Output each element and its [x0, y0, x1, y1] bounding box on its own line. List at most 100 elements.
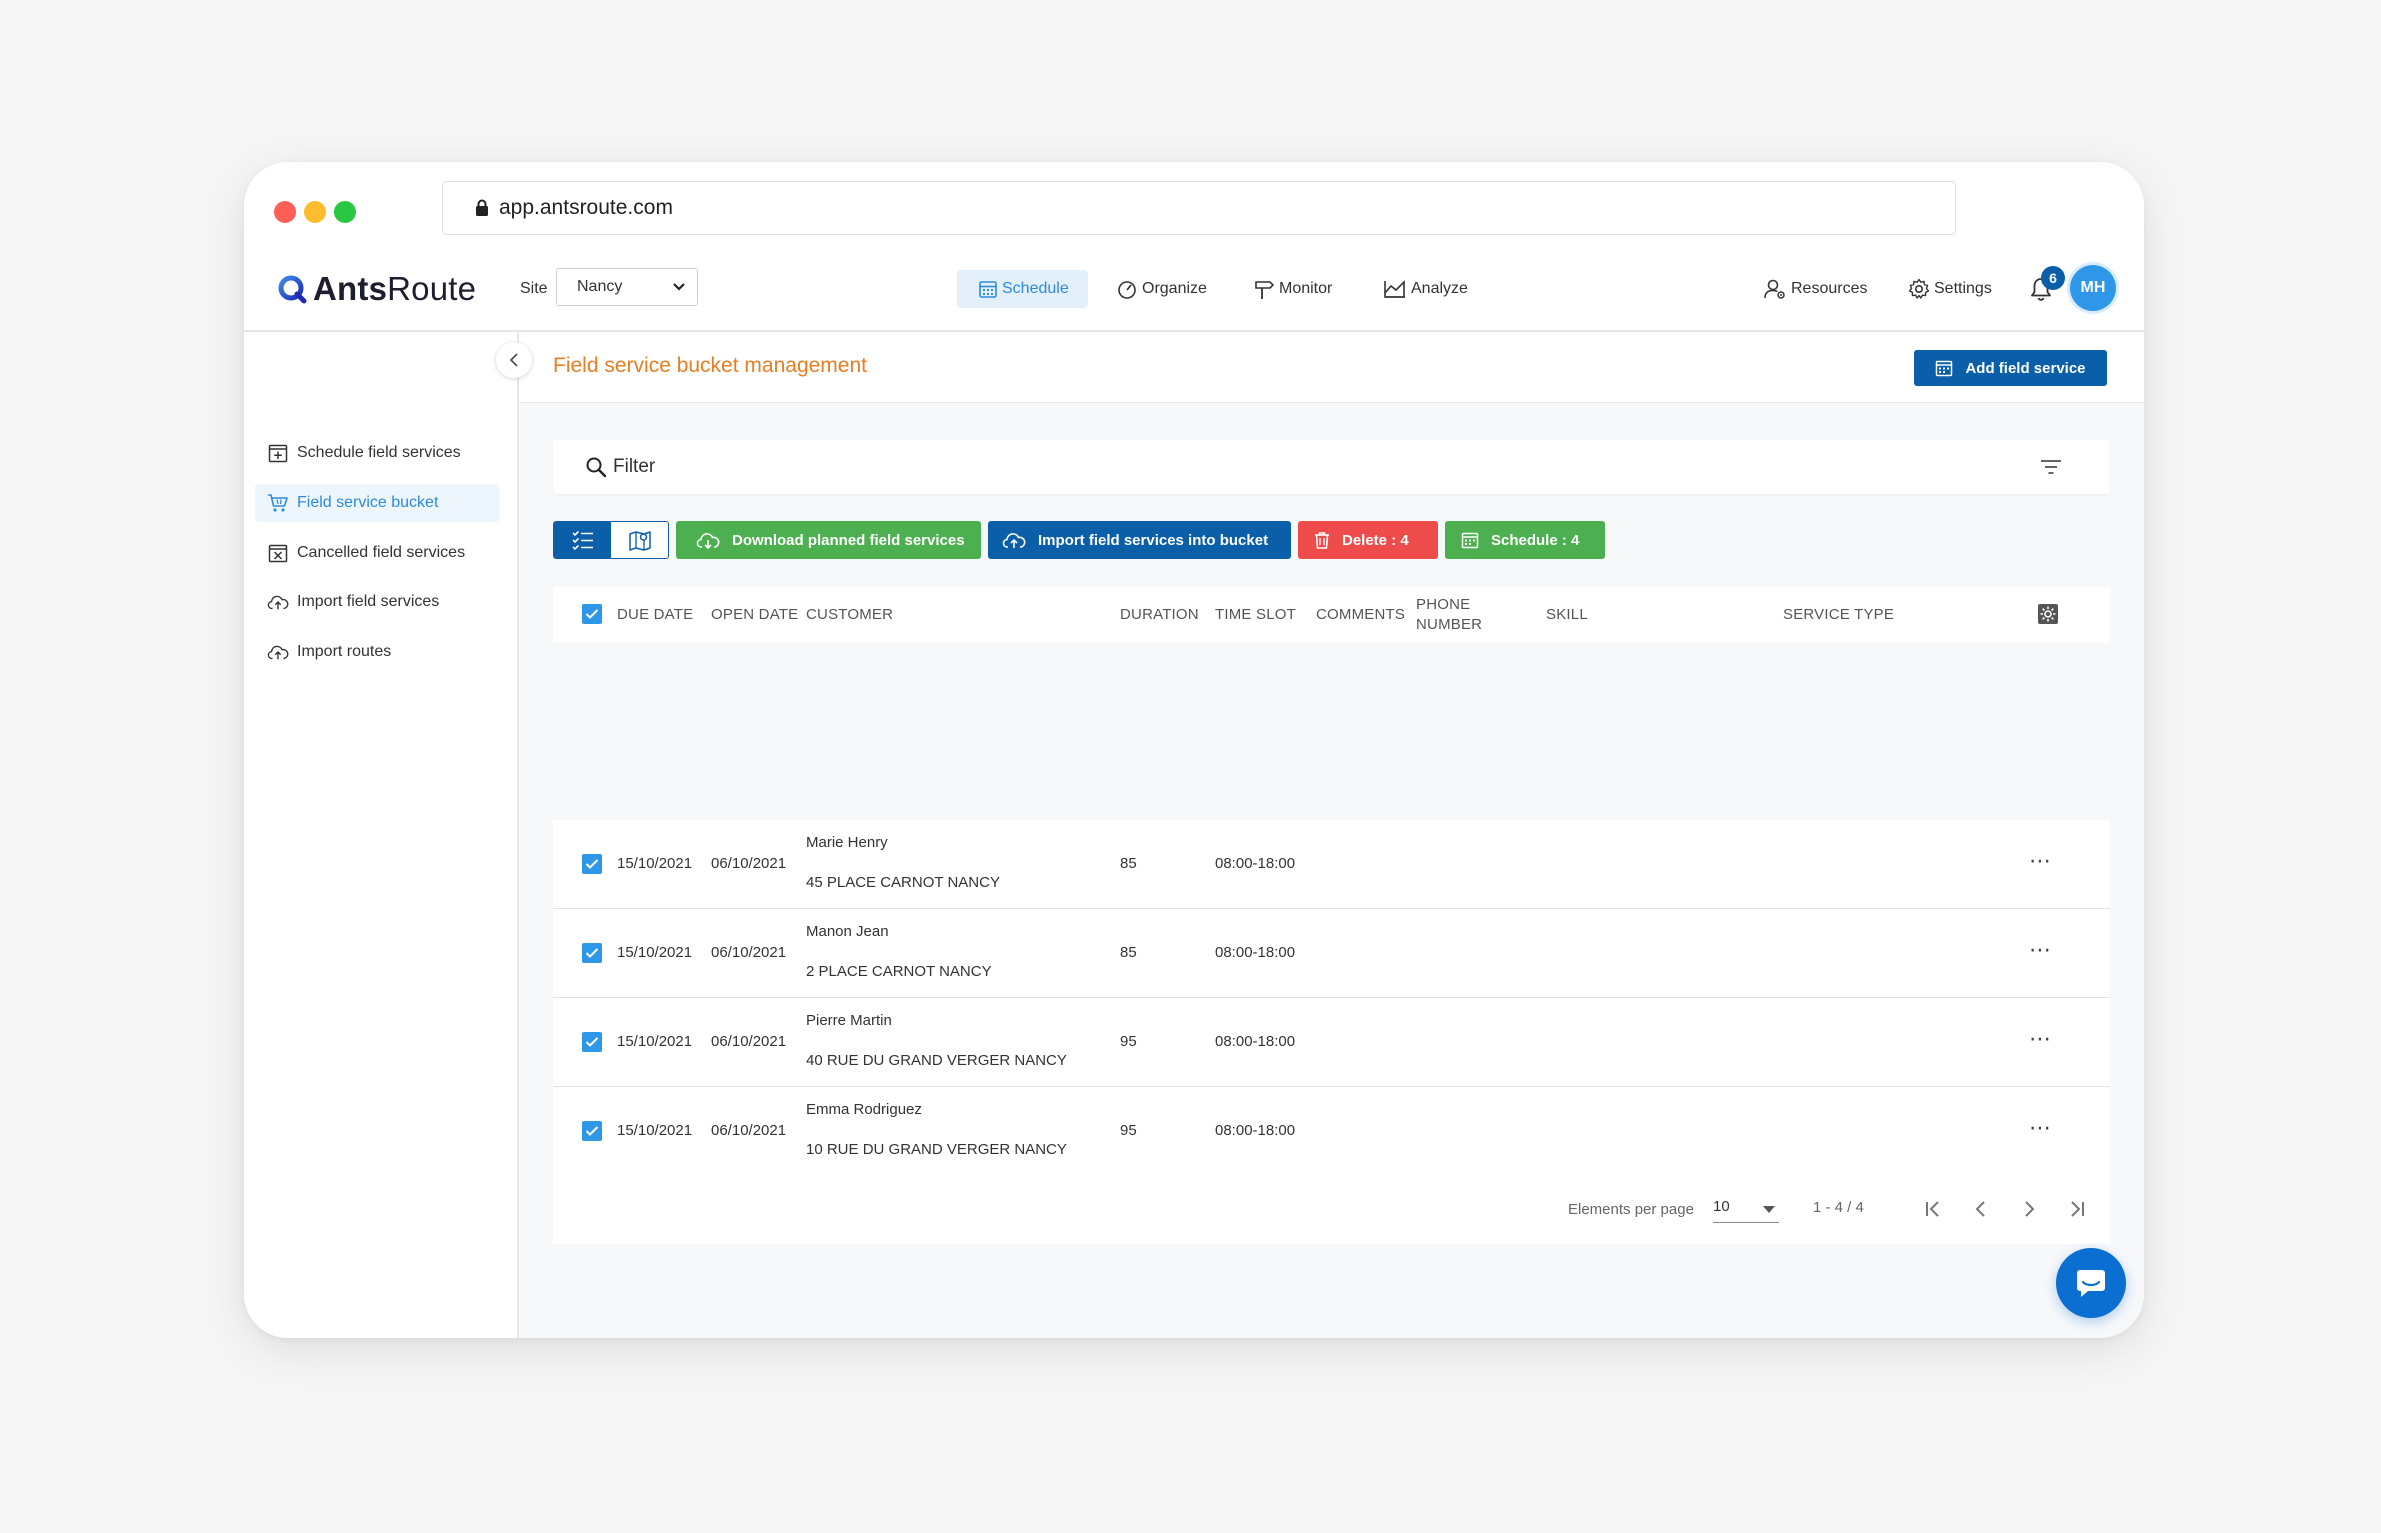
nav-monitor-label: Monitor: [1279, 280, 1333, 297]
search-icon: [585, 456, 607, 478]
download-planned-field-services-button[interactable]: Download planned field services: [676, 521, 981, 559]
column-settings-icon[interactable]: [2037, 603, 2059, 629]
more-options-icon[interactable]: ⋯: [2029, 1026, 2052, 1052]
map-icon: [628, 531, 651, 551]
delete-selected-button[interactable]: Delete : 4: [1298, 521, 1438, 559]
close-window-button[interactable]: [274, 201, 296, 223]
open-date-cell: 06/10/2021: [711, 944, 787, 961]
calendar-x-icon: [267, 542, 289, 564]
duration-cell: 85: [1120, 944, 1137, 961]
calendar-plus-icon: [267, 442, 289, 464]
column-header-open-date[interactable]: OPEN DATE: [711, 606, 798, 623]
calendar-icon: [1461, 531, 1479, 549]
sidebar-item-field-service-bucket[interactable]: Field service bucket: [255, 484, 499, 522]
antsroute-logo[interactable]: AntsRoute: [277, 270, 476, 308]
due-date-cell: 15/10/2021: [617, 944, 693, 961]
maximize-window-button[interactable]: [334, 201, 356, 223]
add-field-service-button[interactable]: Add field service: [1914, 350, 2107, 386]
import-label: Import field services into bucket: [1038, 531, 1269, 549]
elements-per-page-select[interactable]: 10: [1713, 1198, 1779, 1223]
column-header-phone-number[interactable]: PHONE NUMBER: [1416, 595, 1482, 635]
sidebar-item-cancelled-field-services[interactable]: Cancelled field services: [255, 534, 499, 572]
cloud-upload-icon: [1002, 531, 1026, 549]
time-slot-cell: 08:00-18:00: [1215, 1122, 1296, 1139]
nav-analyze[interactable]: Analyze: [1383, 270, 1468, 308]
collapse-sidebar-button[interactable]: [496, 342, 532, 378]
import-field-services-into-bucket-button[interactable]: Import field services into bucket: [988, 521, 1291, 559]
signpost-icon: [1253, 278, 1275, 300]
nav-resources[interactable]: Resources: [1763, 270, 1867, 308]
schedule-label: Schedule : 4: [1491, 531, 1580, 549]
lock-icon: [475, 199, 489, 217]
logo-ring-icon: [278, 275, 307, 304]
url-text: app.antsroute.com: [499, 196, 673, 219]
download-label: Download planned field services: [732, 531, 965, 549]
cloud-upload-icon: [267, 641, 289, 663]
previous-page-icon[interactable]: [1971, 1199, 1991, 1219]
column-header-comments[interactable]: COMMENTS: [1316, 606, 1405, 623]
checkmark-icon: [585, 609, 599, 619]
logo-text: AntsRoute: [313, 270, 477, 307]
table-row[interactable]: 15/10/2021 06/10/2021 Emma Rodriguez 10 …: [553, 1087, 2110, 1176]
nav-settings[interactable]: Settings: [1908, 270, 1992, 308]
site-select[interactable]: Nancy: [556, 268, 698, 306]
duration-cell: 95: [1120, 1122, 1137, 1139]
nav-schedule[interactable]: Schedule: [957, 270, 1088, 308]
customer-name-cell: Manon Jean: [806, 923, 889, 940]
next-page-icon[interactable]: [2019, 1199, 2039, 1219]
sidebar-item-import-routes[interactable]: Import routes: [255, 633, 499, 671]
row-checkbox[interactable]: [582, 1032, 602, 1052]
list-view-button[interactable]: [554, 522, 611, 558]
filter-input[interactable]: Filter: [553, 440, 2110, 494]
row-checkbox[interactable]: [582, 943, 602, 963]
sidebar: Schedule field services Field service bu…: [244, 332, 519, 1338]
duration-cell: 95: [1120, 1033, 1137, 1050]
address-bar[interactable]: app.antsroute.com: [442, 181, 1956, 235]
minimize-window-button[interactable]: [304, 201, 326, 223]
browser-window: app.antsroute.com AntsRoute Site Nancy S…: [244, 162, 2144, 1338]
column-header-customer[interactable]: CUSTOMER: [806, 606, 893, 623]
table-row[interactable]: 15/10/2021 06/10/2021 Pierre Martin 40 R…: [553, 998, 2110, 1087]
time-slot-cell: 08:00-18:00: [1215, 1033, 1296, 1050]
more-options-icon[interactable]: ⋯: [2029, 1115, 2052, 1141]
column-header-time-slot[interactable]: TIME SLOT: [1215, 606, 1296, 623]
elements-per-page-label: Elements per page: [1568, 1201, 1694, 1218]
chat-bubble-icon: [2077, 1270, 2105, 1297]
pagination-footer: Elements per page 10 1 - 4 / 4: [553, 1174, 2110, 1244]
sidebar-item-import-field-services[interactable]: Import field services: [255, 583, 499, 621]
chevron-left-icon: [509, 353, 518, 367]
per-page-value: 10: [1713, 1198, 1730, 1215]
column-header-due-date[interactable]: DUE DATE: [617, 606, 693, 623]
table-row[interactable]: 15/10/2021 06/10/2021 Manon Jean 2 PLACE…: [553, 909, 2110, 998]
column-header-duration[interactable]: DURATION: [1120, 606, 1199, 623]
select-all-checkbox[interactable]: [582, 604, 602, 624]
notification-badge: 6: [2041, 266, 2065, 290]
customer-name-cell: Pierre Martin: [806, 1012, 892, 1029]
nav-organize[interactable]: Organize: [1116, 270, 1207, 308]
more-options-icon[interactable]: ⋯: [2029, 848, 2052, 874]
schedule-selected-button[interactable]: Schedule : 4: [1445, 521, 1605, 559]
first-page-icon[interactable]: [1923, 1199, 1943, 1219]
nav-resources-label: Resources: [1791, 280, 1868, 297]
sidebar-item-schedule-field-services[interactable]: Schedule field services: [255, 434, 499, 472]
chat-button[interactable]: [2056, 1248, 2126, 1318]
last-page-icon[interactable]: [2067, 1199, 2087, 1219]
duration-cell: 85: [1120, 855, 1137, 872]
app-header: AntsRoute Site Nancy Schedule Organize M…: [244, 248, 2144, 332]
map-view-button[interactable]: [611, 522, 668, 558]
add-field-service-label: Add field service: [1965, 359, 2086, 377]
table-row[interactable]: 15/10/2021 06/10/2021 Marie Henry 45 PLA…: [553, 820, 2110, 909]
due-date-cell: 15/10/2021: [617, 1033, 693, 1050]
row-checkbox[interactable]: [582, 854, 602, 874]
avatar[interactable]: MH: [2070, 265, 2116, 311]
open-date-cell: 06/10/2021: [711, 855, 787, 872]
column-header-skill[interactable]: SKILL: [1546, 606, 1588, 623]
sidebar-item-label: Import field services: [297, 593, 440, 610]
nav-monitor[interactable]: Monitor: [1253, 270, 1332, 308]
column-header-service-type[interactable]: SERVICE TYPE: [1783, 606, 1894, 623]
filter-options-icon[interactable]: [2040, 459, 2062, 480]
customer-address-cell: 40 RUE DU GRAND VERGER NANCY: [806, 1052, 1067, 1069]
row-checkbox[interactable]: [582, 1121, 602, 1141]
more-options-icon[interactable]: ⋯: [2029, 937, 2052, 963]
nav-organize-label: Organize: [1142, 280, 1207, 297]
